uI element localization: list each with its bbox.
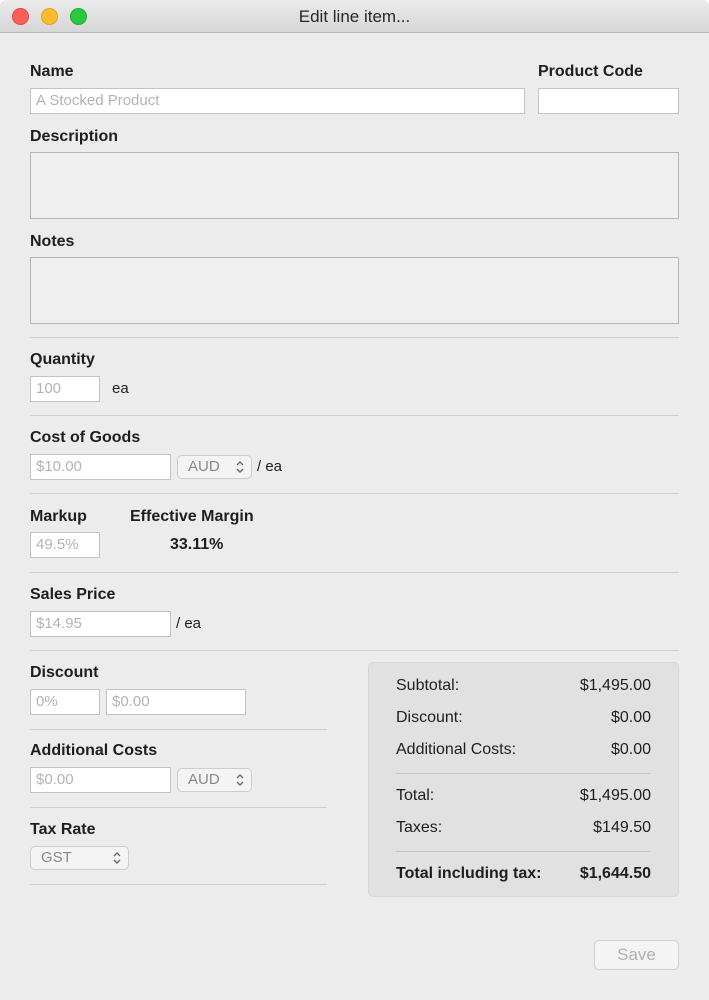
save-button[interactable]: Save <box>594 940 679 970</box>
cost-currency-select[interactable]: AUD <box>177 455 252 479</box>
discount-percent-field[interactable]: 0% <box>30 689 100 715</box>
taxes-value: $149.50 <box>593 819 651 836</box>
cost-currency-value: AUD <box>188 458 220 475</box>
divider <box>30 337 679 338</box>
quantity-field[interactable]: 100 <box>30 376 100 402</box>
edit-line-item-window: Edit line item... Name A Stocked Product… <box>0 0 709 1000</box>
markup-label: Markup <box>30 508 87 525</box>
total-including-tax-label: Total including tax: <box>396 865 542 882</box>
additional-costs-label: Additional Costs <box>30 742 158 759</box>
taxes-label: Taxes: <box>396 819 443 836</box>
divider <box>30 807 327 808</box>
markup-field[interactable]: 49.5% <box>30 532 100 558</box>
title-bar: Edit line item... <box>0 0 709 33</box>
summary-divider <box>396 851 651 852</box>
up-down-chevron-icon <box>236 461 244 473</box>
summary-divider <box>396 773 651 774</box>
effective-margin-value: 33.11% <box>170 536 224 553</box>
tax-rate-label: Tax Rate <box>30 821 96 838</box>
discount-amount-field[interactable]: $0.00 <box>106 689 246 715</box>
total-including-tax-value: $1,644.50 <box>579 865 651 882</box>
description-textarea[interactable] <box>30 152 679 219</box>
additional-costs-summary-value: $0.00 <box>610 741 651 758</box>
sales-price-field[interactable]: $14.95 <box>30 611 171 637</box>
window-title: Edit line item... <box>298 7 411 26</box>
additional-costs-currency-value: AUD <box>188 771 220 788</box>
divider <box>30 415 679 416</box>
product-code-field[interactable] <box>538 88 679 114</box>
subtotal-value: $1,495.00 <box>579 677 651 694</box>
notes-label: Notes <box>30 233 75 250</box>
divider <box>30 572 679 573</box>
cost-of-goods-field[interactable]: $10.00 <box>30 454 171 480</box>
divider <box>30 650 679 651</box>
subtotal-label: Subtotal: <box>396 677 460 694</box>
divider <box>30 729 327 730</box>
product-code-label: Product Code <box>538 63 643 80</box>
cost-of-goods-label: Cost of Goods <box>30 429 141 446</box>
discount-summary-label: Discount: <box>396 709 463 726</box>
totals-summary-panel: Subtotal: $1,495.00 Discount: $0.00 Addi… <box>368 662 679 897</box>
divider <box>30 493 679 494</box>
total-label: Total: <box>396 787 435 804</box>
cost-unit: / ea <box>257 458 283 475</box>
total-value: $1,495.00 <box>579 787 651 804</box>
up-down-chevron-icon <box>236 774 244 786</box>
name-field[interactable]: A Stocked Product <box>30 88 525 114</box>
additional-costs-currency-select[interactable]: AUD <box>177 768 252 792</box>
effective-margin-label: Effective Margin <box>130 508 254 525</box>
sales-price-label: Sales Price <box>30 586 116 603</box>
description-label: Description <box>30 128 119 145</box>
tax-rate-value: GST <box>41 849 72 866</box>
quantity-unit: ea <box>112 380 129 397</box>
additional-costs-field[interactable]: $0.00 <box>30 767 171 793</box>
sales-price-unit: / ea <box>176 615 202 632</box>
up-down-chevron-icon <box>113 852 121 864</box>
discount-label: Discount <box>30 664 99 681</box>
discount-summary-value: $0.00 <box>610 709 651 726</box>
divider <box>30 884 327 885</box>
tax-rate-select[interactable]: GST <box>30 846 129 870</box>
additional-costs-summary-label: Additional Costs: <box>396 741 517 758</box>
notes-textarea[interactable] <box>30 257 679 324</box>
name-label: Name <box>30 63 74 80</box>
quantity-label: Quantity <box>30 351 95 368</box>
